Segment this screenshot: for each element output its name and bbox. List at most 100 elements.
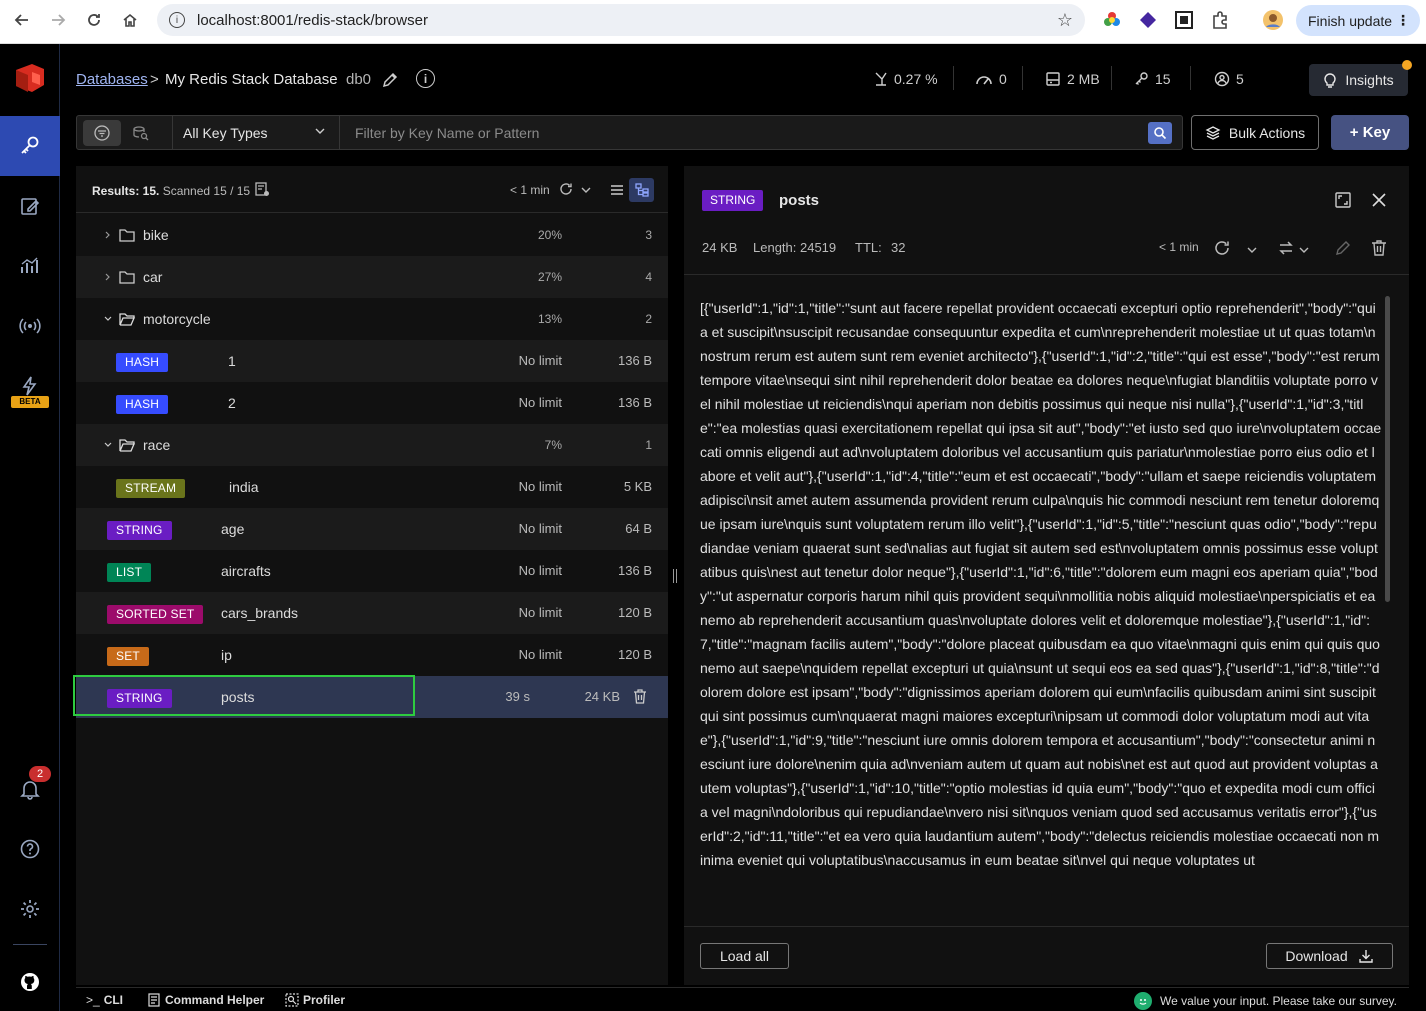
back-icon[interactable]	[4, 2, 40, 38]
finish-update-button[interactable]: Finish update ⋮	[1296, 5, 1420, 36]
key-row[interactable]: STRING age No limit 64 B	[76, 508, 668, 550]
browser-toolbar: i localhost:8001/redis-stack/browser ☆ F…	[0, 0, 1426, 44]
tree-folder-row[interactable]: race 7% 1	[76, 424, 668, 466]
detail-ttl-value[interactable]: 32	[891, 240, 905, 255]
expand-panel-icon[interactable]	[1334, 191, 1352, 209]
bottom-toolbar: >_ CLI Command Helper Profiler We value …	[76, 987, 1409, 1011]
key-filter-input[interactable]	[347, 116, 1147, 149]
memory-value: 2 MB	[1067, 71, 1100, 87]
sidebar-item-analysis[interactable]	[0, 236, 60, 296]
more-vert-icon[interactable]: ⋮	[1396, 12, 1410, 29]
redis-logo[interactable]	[12, 60, 48, 96]
download-label: Download	[1285, 948, 1348, 964]
folder-key-count: 2	[645, 312, 652, 326]
sidebar-item-settings[interactable]	[0, 879, 60, 939]
chevron-right-icon[interactable]	[104, 273, 112, 281]
key-row-selected[interactable]: STRING posts 39 s 24 KB	[76, 676, 668, 718]
list-view-toggle[interactable]	[604, 178, 629, 202]
command-helper-button[interactable]: Command Helper	[147, 993, 264, 1007]
key-name: india	[229, 479, 259, 495]
survey-link[interactable]: We value your input. Please take our sur…	[1133, 992, 1397, 1010]
tree-view-toggle[interactable]	[629, 178, 654, 202]
pattern-search-toggle[interactable]	[83, 120, 121, 146]
add-key-button[interactable]: + Key	[1331, 115, 1409, 150]
profile-avatar[interactable]	[1263, 10, 1283, 30]
bulk-actions-button[interactable]: Bulk Actions	[1191, 115, 1319, 150]
key-ttl: No limit	[518, 353, 562, 368]
chevron-down-icon[interactable]	[1298, 241, 1310, 259]
detail-ttl-label: TTL:	[855, 240, 882, 255]
panel-resize-handle[interactable]	[673, 569, 679, 583]
reload-icon[interactable]	[76, 2, 112, 38]
close-icon[interactable]	[1370, 191, 1388, 209]
forward-icon[interactable]	[40, 2, 76, 38]
bookmark-star-icon[interactable]: ☆	[1057, 10, 1073, 31]
tree-folder-row[interactable]: car 27% 4	[76, 256, 668, 298]
detail-size: 24 KB	[702, 240, 738, 255]
key-type-select[interactable]: All Key Types	[172, 116, 340, 149]
sidebar-item-github[interactable]	[0, 952, 60, 1011]
cli-button[interactable]: >_ CLI	[86, 993, 123, 1007]
ops-value: 0	[999, 71, 1007, 87]
refresh-icon[interactable]	[1213, 239, 1231, 257]
value-scrollbar[interactable]	[1385, 296, 1390, 602]
insights-button[interactable]: Insights	[1309, 64, 1408, 96]
filter-icon	[94, 125, 110, 141]
breadcrumb-databases-link[interactable]: Databases	[76, 71, 148, 88]
key-row[interactable]: HASH 2 No limit 136 B	[76, 382, 668, 424]
profiler-icon	[285, 993, 299, 1007]
trash-icon[interactable]	[1370, 239, 1388, 257]
sidebar-item-workbench[interactable]	[0, 176, 60, 236]
profiler-button[interactable]: Profiler	[285, 993, 345, 1007]
detail-key-name[interactable]: posts	[779, 192, 819, 209]
chevron-down-icon[interactable]	[104, 441, 112, 449]
cpu-stat: 0.27 %	[874, 71, 938, 87]
key-row[interactable]: SET ip No limit 120 B	[76, 634, 668, 676]
pencil-icon[interactable]	[381, 71, 399, 89]
database-search-icon	[133, 126, 149, 141]
edit-note-icon	[21, 198, 40, 215]
semantic-search-toggle[interactable]	[121, 120, 159, 146]
sidebar-item-pubsub[interactable]	[0, 296, 60, 356]
info-icon[interactable]: i	[416, 69, 435, 88]
keys-value: 15	[1155, 71, 1171, 87]
string-value-viewer[interactable]: [{"userId":1,"id":1,"title":"sunt aut fa…	[700, 296, 1382, 904]
chevron-right-icon[interactable]	[104, 231, 112, 239]
sidebar-item-help[interactable]	[0, 819, 60, 879]
search-button[interactable]	[1148, 122, 1172, 144]
puzzle-extensions-icon[interactable]	[1210, 10, 1230, 30]
beta-badge: BETA	[11, 396, 49, 408]
key-row[interactable]: HASH 1 No limit 136 B	[76, 340, 668, 382]
tree-folder-row[interactable]: bike 20% 3	[76, 214, 668, 256]
memory-icon	[1046, 72, 1060, 86]
folder-key-count: 3	[645, 228, 652, 242]
chevron-down-icon[interactable]	[104, 315, 112, 323]
address-bar[interactable]: i localhost:8001/redis-stack/browser ☆	[157, 4, 1085, 36]
key-row[interactable]: SORTED SET cars_brands No limit 120 B	[76, 592, 668, 634]
key-row[interactable]: STREAM india No limit 5 KB	[76, 466, 668, 508]
refresh-icon[interactable]	[558, 181, 574, 197]
key-size: 136 B	[618, 353, 652, 368]
load-all-button[interactable]: Load all	[700, 943, 789, 969]
key-filter-bar: All Key Types	[76, 115, 1183, 150]
key-type-value: All Key Types	[183, 124, 268, 141]
cpu-value: 0.27 %	[894, 71, 938, 87]
color-wheel-extension-icon[interactable]	[1102, 10, 1122, 30]
layers-icon	[1205, 125, 1221, 140]
insights-label: Insights	[1345, 72, 1394, 88]
scan-settings-icon[interactable]	[254, 181, 270, 197]
home-icon[interactable]	[112, 2, 148, 38]
site-info-icon[interactable]: i	[169, 12, 185, 28]
swap-format-icon[interactable]	[1277, 239, 1295, 257]
key-name: aircrafts	[221, 563, 271, 579]
pencil-icon[interactable]	[1334, 239, 1352, 257]
tree-folder-row[interactable]: motorcycle 13% 2	[76, 298, 668, 340]
chevron-down-icon[interactable]	[580, 181, 592, 197]
chevron-down-icon[interactable]	[1246, 241, 1258, 259]
square-extension-icon[interactable]	[1174, 10, 1194, 30]
sidebar-item-browser[interactable]	[0, 116, 60, 176]
diamond-extension-icon[interactable]	[1138, 10, 1158, 30]
trash-icon[interactable]	[632, 688, 648, 705]
key-row[interactable]: LIST aircrafts No limit 136 B	[76, 550, 668, 592]
download-button[interactable]: Download	[1266, 943, 1393, 969]
